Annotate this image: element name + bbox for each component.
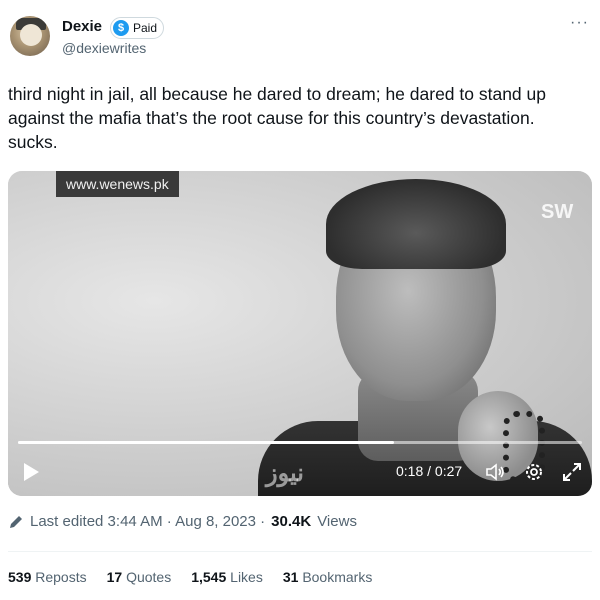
author-name[interactable]: Dexie — [62, 18, 102, 35]
channel-logo: SW — [541, 201, 574, 223]
video-time: 0:18 / 0:27 — [396, 463, 463, 479]
last-edited-text[interactable]: Last edited 3:44 AM · Aug 8, 2023 · — [30, 513, 265, 530]
dollar-icon: $ — [113, 20, 129, 36]
video-hair — [326, 179, 506, 269]
paid-badge[interactable]: $ Paid — [110, 17, 165, 39]
video-progress-bar[interactable] — [18, 441, 582, 444]
avatar-face — [20, 24, 42, 46]
bookmarks-stat[interactable]: 31 Bookmarks — [283, 569, 373, 585]
paid-badge-label: Paid — [133, 21, 158, 35]
more-options-icon[interactable]: ··· — [570, 14, 589, 32]
author-handle[interactable]: @dexiewrites — [62, 40, 146, 56]
tweet-text: third night in jail, all because he dare… — [8, 84, 546, 152]
video-player[interactable]: www.wenews.pk SW نیوز 0:18 / 0:27 — [8, 171, 592, 496]
urdu-logo: نیوز — [266, 460, 304, 487]
video-progress-fill — [18, 441, 395, 444]
tweet-meta: Last edited 3:44 AM · Aug 8, 2023 · 30.4… — [8, 513, 357, 530]
settings-gear-icon[interactable] — [523, 461, 545, 483]
avatar[interactable] — [10, 16, 50, 56]
play-icon[interactable] — [20, 461, 42, 483]
engagement-stats: 539 Reposts 17 Quotes 1,545 Likes 31 Boo… — [8, 569, 372, 585]
reposts-stat[interactable]: 539 Reposts — [8, 569, 87, 585]
edit-pencil-icon — [10, 515, 22, 528]
watermark-url: www.wenews.pk — [56, 171, 179, 197]
views-count: 30.4K — [271, 513, 312, 530]
quotes-stat[interactable]: 17 Quotes — [107, 569, 172, 585]
tweet-card: Dexie $ Paid @dexiewrites ··· third nigh… — [0, 0, 600, 600]
fullscreen-icon[interactable] — [561, 461, 583, 483]
divider — [8, 551, 592, 552]
views-label: Views — [317, 513, 357, 530]
volume-icon[interactable] — [484, 461, 506, 483]
likes-stat[interactable]: 1,545 Likes — [191, 569, 263, 585]
